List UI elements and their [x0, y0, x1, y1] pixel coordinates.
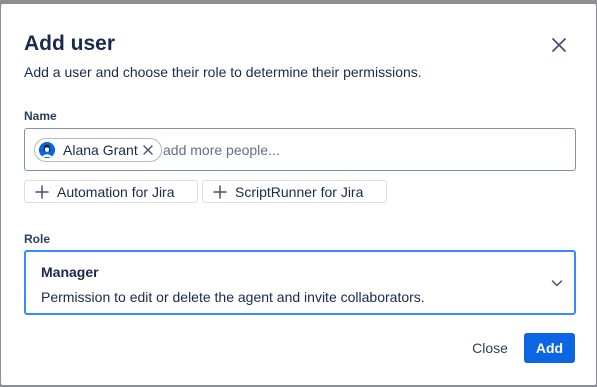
role-select[interactable]: Manager Permission to edit or delete the…	[24, 250, 576, 315]
remove-chip-icon[interactable]	[142, 144, 154, 156]
chevron-down-icon	[551, 280, 563, 287]
avatar-icon	[39, 142, 55, 158]
dialog-subtitle: Add a user and choose their role to dete…	[24, 64, 422, 80]
add-button[interactable]: Add	[524, 333, 575, 363]
role-label: Role	[24, 232, 51, 246]
close-icon[interactable]	[549, 35, 569, 55]
suggestion-label: Automation for Jira	[57, 183, 175, 200]
suggestion-label: ScriptRunner for Jira	[235, 183, 364, 200]
chip-label: Alana Grant	[63, 142, 138, 158]
name-label: Name	[24, 109, 57, 123]
plus-icon	[213, 184, 227, 199]
add-user-dialog: Add user Add a user and choose their rol…	[1, 4, 596, 385]
selected-role-name: Manager	[41, 264, 99, 280]
user-chip: Alana Grant	[34, 138, 162, 162]
name-input[interactable]	[163, 139, 563, 161]
close-button[interactable]: Close	[463, 333, 517, 363]
name-field[interactable]: Alana Grant	[24, 128, 576, 171]
dialog-title: Add user	[24, 32, 116, 55]
suggestion-automation-for-jira[interactable]: Automation for Jira	[24, 180, 198, 203]
plus-icon	[35, 184, 49, 199]
selected-role-description: Permission to edit or delete the agent a…	[41, 289, 425, 305]
suggestion-scriptrunner-for-jira[interactable]: ScriptRunner for Jira	[202, 180, 387, 203]
